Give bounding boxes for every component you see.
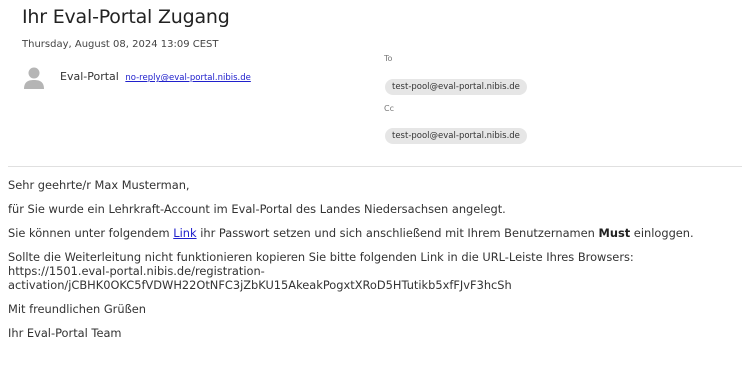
sender-name: Eval-Portal bbox=[60, 70, 119, 83]
paragraph-account-created: für Sie wurde ein Lehrkraft-Account im E… bbox=[8, 202, 506, 216]
signature: Ihr Eval-Portal Team bbox=[8, 326, 122, 340]
greeting: Sehr geehrte/r Max Musterman, bbox=[8, 178, 190, 192]
cc-label: Cc bbox=[384, 104, 394, 113]
user-icon bbox=[24, 67, 44, 89]
email-body: Sehr geehrte/r Max Musterman, für Sie wu… bbox=[8, 178, 738, 350]
email-date: Thursday, August 08, 2024 13:09 CEST bbox=[22, 39, 219, 50]
fallback-url-line-2: activation/jCBHK0OKC5fVDWH22OtNFC3jZbKU1… bbox=[8, 278, 512, 292]
username: Must bbox=[598, 226, 631, 240]
p2-text-after: einloggen. bbox=[630, 226, 694, 240]
p2-text-before: Sie können unter folgendem bbox=[8, 226, 174, 240]
email-subject: Ihr Eval-Portal Zugang bbox=[22, 6, 230, 28]
sender: Eval-Portal no-reply@eval-portal.nibis.d… bbox=[60, 70, 251, 83]
paragraph-password-link: Sie können unter folgendem Link ihr Pass… bbox=[8, 226, 738, 240]
to-label: To bbox=[384, 54, 393, 63]
p2-text-middle: ihr Passwort setzen und sich anschließen… bbox=[196, 226, 599, 240]
header-divider bbox=[8, 166, 742, 167]
paragraph-fallback-url: Sollte die Weiterleitung nicht funktioni… bbox=[8, 250, 738, 292]
fallback-intro: Sollte die Weiterleitung nicht funktioni… bbox=[8, 250, 634, 264]
password-reset-link[interactable]: Link bbox=[173, 226, 196, 240]
cc-recipient-chip[interactable]: test-pool@eval-portal.nibis.de bbox=[385, 128, 527, 144]
to-recipient-chip[interactable]: test-pool@eval-portal.nibis.de bbox=[385, 79, 527, 95]
fallback-url-line-1: https://1501.eval-portal.nibis.de/regist… bbox=[8, 264, 265, 278]
sender-email-link[interactable]: no-reply@eval-portal.nibis.de bbox=[125, 73, 251, 83]
closing: Mit freundlichen Grüßen bbox=[8, 302, 146, 316]
